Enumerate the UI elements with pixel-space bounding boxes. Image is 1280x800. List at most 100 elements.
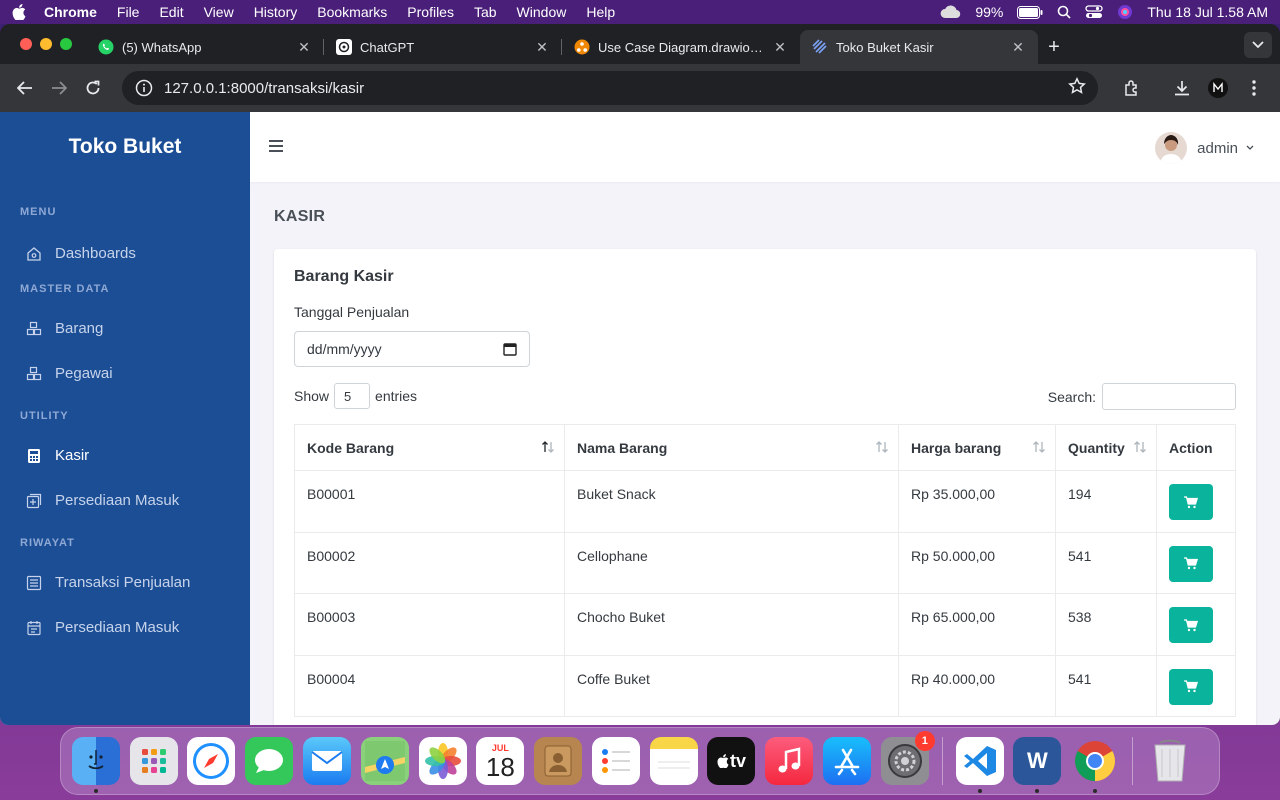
reminders-icon[interactable] (591, 737, 640, 785)
kasir-card: Barang Kasir Tanggal Penjualan dd/mm/yyy… (274, 249, 1256, 725)
sort-asc-icon (541, 440, 555, 454)
menu-file[interactable]: File (117, 4, 140, 20)
address-bar[interactable]: 127.0.0.1:8000/transaksi/kasir (122, 71, 1098, 105)
site-info-icon[interactable] (134, 78, 154, 98)
add-box-icon (26, 493, 42, 509)
add-to-cart-button[interactable] (1169, 668, 1213, 705)
calendar-icon (26, 620, 42, 636)
sale-date-input[interactable]: dd/mm/yyyy (294, 331, 530, 367)
menu-window[interactable]: Window (517, 4, 567, 20)
close-window-button[interactable] (20, 38, 32, 50)
word-letter: W (1027, 748, 1048, 773)
finder-icon[interactable] (71, 737, 120, 793)
menu-profiles[interactable]: Profiles (407, 4, 454, 20)
sidebar-item-dashboards[interactable]: Dashboards (0, 231, 250, 276)
maps-icon[interactable] (360, 737, 409, 785)
notes-icon[interactable] (649, 737, 698, 785)
apple-icon[interactable] (12, 4, 26, 20)
sidebar-section-riwayat: RIWAYAT (20, 537, 75, 549)
cell-harga: Rp 40.000,00 (898, 654, 1056, 717)
tab-drawio[interactable]: Use Case Diagram.drawio.png ✕ (562, 30, 800, 64)
vscode-icon[interactable] (955, 737, 1004, 793)
safari-icon[interactable] (187, 737, 236, 785)
cell-nama: Cellophane (564, 531, 899, 594)
sidebar-item-kasir[interactable]: Kasir (0, 433, 250, 478)
minimize-window-button[interactable] (40, 38, 52, 50)
apple-tv-icon[interactable]: tv (707, 737, 756, 785)
add-to-cart-button[interactable] (1169, 607, 1213, 643)
contacts-icon[interactable] (534, 737, 583, 785)
extensions-icon[interactable] (1114, 71, 1150, 105)
tab-toko-buket[interactable]: Toko Buket Kasir ✕ (800, 30, 1038, 64)
siri-icon[interactable] (1117, 4, 1133, 20)
menubar-clock[interactable]: Thu 18 Jul 1.58 AM (1147, 4, 1268, 20)
calendar-picker-icon[interactable] (503, 342, 517, 356)
system-settings-icon[interactable]: 1 (880, 731, 935, 785)
profile-avatar-icon[interactable] (1200, 71, 1236, 105)
sidebar-item-persediaan-masuk[interactable]: Persediaan Masuk (0, 478, 250, 523)
new-tab-button[interactable]: + (1038, 30, 1070, 64)
back-button[interactable] (8, 71, 42, 105)
cell-nama: Chocho Buket (564, 593, 899, 656)
sidebar-item-pegawai[interactable]: Pegawai (0, 351, 250, 396)
menu-tab[interactable]: Tab (474, 4, 497, 20)
menu-view[interactable]: View (204, 4, 234, 20)
tab-whatsapp[interactable]: (5) WhatsApp ✕ (86, 30, 324, 64)
close-tab-icon[interactable]: ✕ (534, 39, 550, 55)
chrome-menu-icon[interactable] (1236, 71, 1272, 105)
music-icon[interactable] (765, 737, 814, 785)
control-center-icon[interactable] (1085, 5, 1104, 19)
sidebar-item-riwayat-persediaan-masuk[interactable]: Persediaan Masuk (0, 605, 250, 650)
battery-icon[interactable] (1017, 5, 1043, 19)
close-tab-icon[interactable]: ✕ (772, 39, 788, 55)
menu-bookmarks[interactable]: Bookmarks (317, 4, 387, 20)
brand-logo[interactable]: Toko Buket (0, 112, 250, 182)
hamburger-menu-icon[interactable] (268, 138, 284, 154)
entries-select[interactable]: 5 (334, 383, 371, 409)
messages-icon[interactable] (245, 737, 294, 785)
icloud-icon[interactable] (939, 5, 961, 19)
app-store-icon[interactable] (823, 737, 872, 785)
menu-app-name[interactable]: Chrome (44, 4, 97, 20)
forward-button[interactable] (42, 71, 76, 105)
sidebar-item-label: Dashboards (55, 245, 136, 262)
card-title: Barang Kasir (294, 268, 394, 285)
entries-length-control: Show 5 entries (294, 383, 417, 409)
avatar (1155, 132, 1188, 164)
sidebar-item-label: Barang (55, 320, 104, 337)
close-tab-icon[interactable]: ✕ (296, 39, 312, 55)
chrome-icon[interactable] (1071, 737, 1119, 793)
column-header-nama[interactable]: Nama Barang (564, 424, 899, 471)
word-icon[interactable]: W (1013, 737, 1062, 793)
tab-search-button[interactable] (1244, 32, 1272, 58)
cell-action (1156, 470, 1236, 533)
browser-toolbar: 127.0.0.1:8000/transaksi/kasir (0, 64, 1280, 112)
reload-button[interactable] (76, 71, 110, 105)
trash-icon[interactable] (1146, 737, 1194, 785)
bookmark-star-icon[interactable] (1068, 77, 1086, 99)
column-header-kode[interactable]: Kode Barang (294, 424, 565, 471)
add-to-cart-button[interactable] (1169, 545, 1213, 582)
mail-icon[interactable] (303, 737, 352, 785)
add-to-cart-button[interactable] (1169, 484, 1213, 520)
search-input[interactable] (1102, 383, 1236, 410)
sidebar-item-transaksi-penjualan[interactable]: Transaksi Penjualan (0, 560, 250, 605)
tab-chatgpt[interactable]: ChatGPT ✕ (324, 30, 562, 64)
calculator-icon (26, 448, 42, 464)
menu-history[interactable]: History (254, 4, 298, 20)
user-dropdown[interactable]: admin (1155, 132, 1254, 164)
search-icon[interactable] (1057, 5, 1071, 19)
menu-edit[interactable]: Edit (159, 4, 183, 20)
close-tab-icon[interactable]: ✕ (1010, 39, 1026, 55)
column-header-harga[interactable]: Harga barang (898, 424, 1056, 471)
cell-quantity: 541 (1055, 531, 1157, 594)
download-icon[interactable] (1164, 71, 1200, 105)
sidebar-item-barang[interactable]: Barang (0, 306, 250, 351)
column-header-quantity[interactable]: Quantity (1055, 424, 1157, 471)
zoom-window-button[interactable] (60, 38, 72, 50)
launchpad-icon[interactable] (129, 737, 178, 785)
photos-icon[interactable] (418, 737, 467, 785)
drawio-icon (574, 39, 590, 55)
menu-help[interactable]: Help (586, 4, 615, 20)
calendar-app-icon[interactable]: JUL 18 (476, 737, 525, 785)
